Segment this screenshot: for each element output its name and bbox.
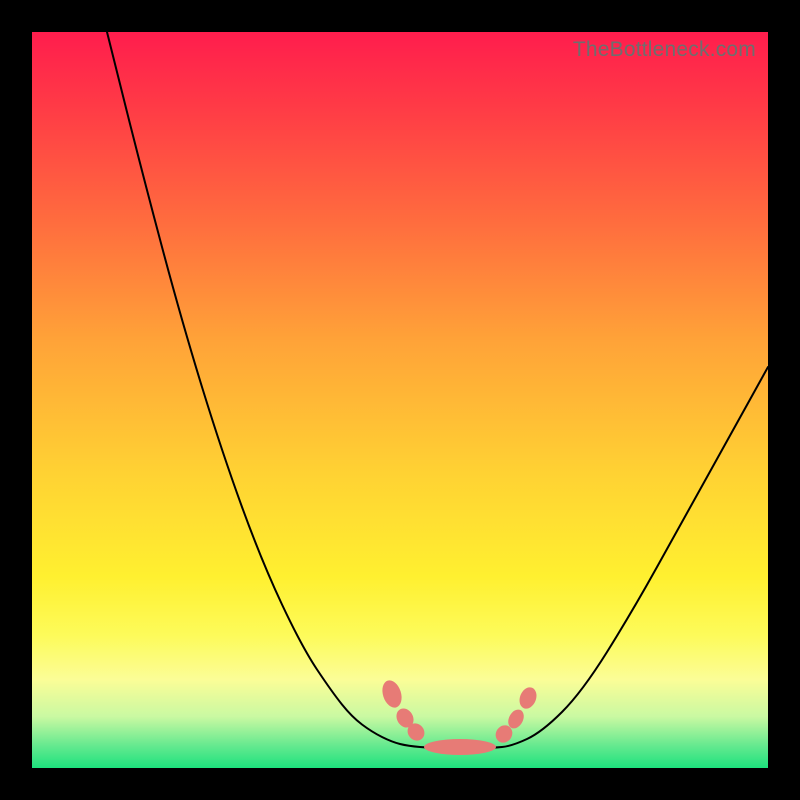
bottleneck-curve bbox=[107, 32, 768, 748]
plot-area: TheBottleneck.com bbox=[32, 32, 768, 768]
curve-marker bbox=[516, 685, 539, 711]
chart-frame: TheBottleneck.com bbox=[0, 0, 800, 800]
chart-svg bbox=[32, 32, 768, 768]
curve-marker bbox=[424, 739, 496, 755]
curve-marker bbox=[379, 678, 405, 710]
watermark-text: TheBottleneck.com bbox=[573, 38, 756, 62]
